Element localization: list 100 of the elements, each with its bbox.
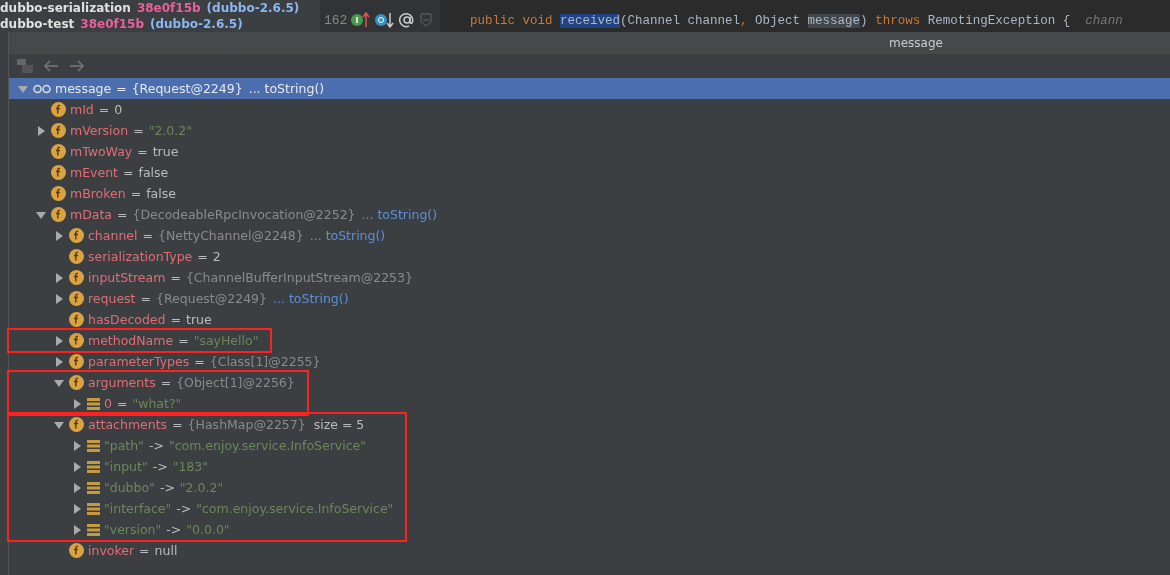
variable-value: {Object[1]@2256} (176, 375, 295, 390)
variable-name: inputStream (88, 270, 166, 285)
operator: = (194, 354, 205, 369)
variable-value: true (186, 312, 212, 327)
operator: = (139, 543, 150, 558)
variable-value: "com.enjoy.service.InfoService" (196, 501, 394, 516)
operator: -> (166, 522, 182, 537)
variable-name: "path" (104, 438, 144, 453)
operator: = (137, 144, 148, 159)
tree-row[interactable]: mId = 0 (9, 99, 123, 120)
tree-row[interactable]: arguments = {Object[1]@2256} (9, 372, 295, 393)
tree-row[interactable]: methodName = "sayHello" (9, 330, 259, 351)
operator: -> (176, 501, 192, 516)
tostring-link[interactable]: ... toString() (248, 81, 325, 96)
revision-hash: 38e0f15b (80, 17, 144, 31)
variable-value: "com.enjoy.service.InfoService" (168, 438, 366, 453)
tree-row[interactable]: mEvent = false (9, 162, 169, 183)
tostring-link[interactable]: ... toString() (361, 207, 438, 222)
tree-row[interactable]: mData = {DecodeableRpcInvocation@2252} ... toString() (9, 204, 438, 225)
variable-name: 0 (104, 396, 112, 411)
tree-row[interactable]: serializationType = 2 (9, 246, 221, 267)
tree-row[interactable]: inputStream = {ChannelBufferInputStream@2253} (9, 267, 413, 288)
field-icon (51, 186, 66, 201)
operator: = (178, 333, 189, 348)
tree-row[interactable]: hasDecoded = true (9, 309, 212, 330)
field-icon (69, 228, 84, 243)
variable-name: "version" (104, 522, 162, 537)
tree-row[interactable]: attachments = {HashMap@2257} size = 5 (9, 414, 394, 435)
tree-row[interactable]: mBroken = false (9, 183, 176, 204)
code-line: public void received(Channel channel, Object message) throws RemotingException { chann (469, 13, 1124, 30)
tree-row[interactable]: "path" -> "com.enjoy.service.InfoService" (9, 435, 366, 456)
tree-row[interactable]: "input" -> "183" (9, 456, 208, 477)
line-number: 162 (323, 13, 348, 28)
variable-value: true (152, 144, 179, 159)
tree-row[interactable]: message = {Request@2249} ... toString() (9, 78, 1170, 99)
variable-value: {NettyChannel@2248} (157, 228, 304, 243)
watch-icon (33, 83, 51, 94)
variable-value: "2.0.2" (179, 480, 224, 495)
field-icon (69, 291, 84, 306)
tostring-link[interactable]: ... toString() (273, 291, 349, 306)
variable-name: arguments (88, 375, 156, 390)
annotation-icon[interactable] (399, 12, 416, 28)
operator: -> (159, 480, 175, 495)
variable-name: invoker (88, 543, 135, 558)
tree-row[interactable]: "dubbo" -> "2.0.2" (9, 477, 224, 498)
tree-row[interactable]: request = {Request@2249} ... toString() (9, 288, 349, 309)
field-icon (51, 144, 66, 159)
variable-value: "what?" (132, 396, 182, 411)
variable-name: "dubbo" (104, 480, 155, 495)
operator: = (170, 270, 181, 285)
tree-row[interactable]: mVersion = "2.0.2" (9, 120, 192, 141)
implemented-icon[interactable] (351, 12, 372, 28)
variable-name: methodName (88, 333, 174, 348)
variable-value: {ChannelBufferInputStream@2253} (185, 270, 413, 285)
back-arrow-icon[interactable] (43, 60, 59, 72)
field-icon (69, 417, 84, 432)
operator: = (197, 249, 208, 264)
list-icon (87, 481, 100, 494)
tree-row[interactable]: "version" -> "0.0.0" (9, 519, 230, 540)
list-icon (87, 523, 100, 536)
variable-name: message (55, 81, 112, 96)
revision-hash: 38e0f15b (136, 1, 201, 15)
size-label: size = 5 (313, 417, 365, 432)
variable-value: 0 (114, 102, 123, 117)
operator: = (117, 207, 128, 222)
operator: = (130, 186, 142, 201)
variable-value: "0.0.0" (186, 522, 230, 537)
module-name: dubbo-serialization (0, 1, 131, 15)
tree-row[interactable]: "interface" -> "com.enjoy.service.InfoService" (9, 498, 394, 519)
variable-name: channel (88, 228, 138, 243)
branch-name: (dubbo-2.6.5) (206, 1, 300, 15)
variable-value: {HashMap@2257} (187, 417, 306, 432)
operator: = (140, 291, 151, 306)
list-icon (87, 460, 100, 473)
variable-value: {Request@2249} (131, 81, 243, 96)
operator: = (116, 396, 128, 411)
operator: -> (148, 438, 164, 453)
operator: -> (152, 459, 168, 474)
variable-name: mTwoWay (70, 144, 133, 159)
field-icon (51, 102, 66, 117)
variable-name: "interface" (104, 501, 172, 516)
operator: = (133, 123, 144, 138)
tree-row[interactable]: parameterTypes = {Class[1]@2255} (9, 351, 321, 372)
variable-name: mBroken (70, 186, 126, 201)
variable-value: "2.0.2" (148, 123, 192, 138)
variable-value: null (154, 543, 178, 558)
operator: = (116, 81, 127, 96)
overrides-icon[interactable] (375, 12, 396, 28)
field-icon (51, 207, 66, 222)
operator: = (142, 228, 153, 243)
tree-row[interactable]: 0 = "what?" (9, 393, 182, 414)
tree-row[interactable]: mTwoWay = true (9, 141, 179, 162)
tree-row[interactable]: channel = {NettyChannel@2248} ... toString() (9, 225, 386, 246)
tree-row[interactable]: invoker = null (9, 540, 178, 561)
popup-title: message (889, 36, 943, 50)
forward-arrow-icon[interactable] (69, 60, 85, 72)
variable-value: {Request@2249} (156, 291, 267, 306)
variable-value: "183" (172, 459, 208, 474)
tostring-link[interactable]: ... toString() (309, 228, 386, 243)
variable-name: "input" (104, 459, 148, 474)
